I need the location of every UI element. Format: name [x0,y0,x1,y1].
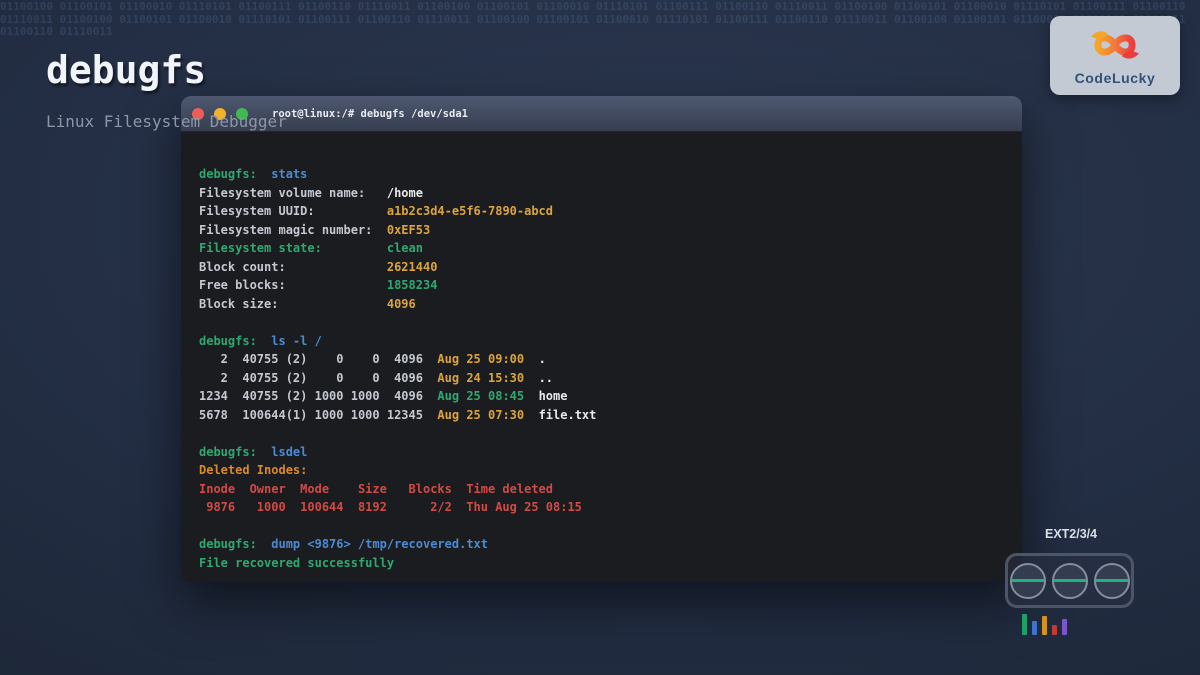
mini-bar [1042,616,1047,635]
terminal-line: Inode Owner Mode Size Blocks Time delete… [199,480,1022,499]
terminal-line: Block size: 4096 [199,295,1022,314]
filesystem-type-label: EXT2/3/4 [1045,527,1097,541]
terminal-title: root@linux:/# debugfs /dev/sda1 [272,108,468,120]
disk-platters-graphic [1005,553,1134,608]
brand-card: CodeLucky [1050,16,1180,95]
terminal-line: Filesystem UUID: a1b2c3d4-e5f6-7890-abcd [199,202,1022,221]
terminal-line: Deleted Inodes: [199,461,1022,480]
terminal-titlebar: root@linux:/# debugfs /dev/sda1 [181,96,1022,132]
terminal-line: Free blocks: 1858234 [199,276,1022,295]
brand-name: CodeLucky [1075,70,1156,86]
terminal-line: debugfs: lsdel [199,443,1022,462]
terminal-line: debugfs: dump <9876> /tmp/recovered.txt [199,535,1022,554]
page-subtitle: Linux Filesystem Debugger [46,112,287,132]
terminal-line: Filesystem state: clean [199,239,1022,258]
page-title: debugfs [46,48,206,92]
binary-backdrop: 01100100 01100101 01100010 01110101 0110… [0,1,1200,39]
terminal-window: root@linux:/# debugfs /dev/sda1 debugfs:… [181,96,1022,582]
terminal-line: debugfs: stats [199,165,1022,184]
terminal-line: 2 40755 (2) 0 0 4096 Aug 25 09:00 . [199,350,1022,369]
terminal-line: 1234 40755 (2) 1000 1000 4096 Aug 25 08:… [199,387,1022,406]
terminal-line: 5678 100644(1) 1000 1000 12345 Aug 25 07… [199,406,1022,425]
disk-platter [1052,563,1088,599]
terminal-line: Block count: 2621440 [199,258,1022,277]
terminal-line [199,313,1022,332]
mini-bar [1052,625,1057,635]
terminal-line: 9876 1000 100644 8192 2/2 Thu Aug 25 08:… [199,498,1022,517]
mini-bar [1022,614,1027,635]
mini-bar-chart [1022,610,1067,635]
disk-platter [1094,563,1130,599]
terminal-line [199,424,1022,443]
terminal-line: 2 40755 (2) 0 0 4096 Aug 24 15:30 .. [199,369,1022,388]
terminal-line: File recovered successfully [199,554,1022,573]
mini-bar [1032,621,1037,635]
terminal-line: Filesystem magic number: 0xEF53 [199,221,1022,240]
terminal-body: debugfs: statsFilesystem volume name: /h… [181,132,1022,572]
page: 01100100 01100101 01100010 01110101 0110… [0,0,1200,675]
terminal-line: Filesystem volume name: /home [199,184,1022,203]
mini-bar [1062,619,1067,635]
terminal-line [199,517,1022,536]
terminal-line: debugfs: ls -l / [199,332,1022,351]
codelucky-infinity-icon [1079,26,1151,68]
disk-platter [1010,563,1046,599]
